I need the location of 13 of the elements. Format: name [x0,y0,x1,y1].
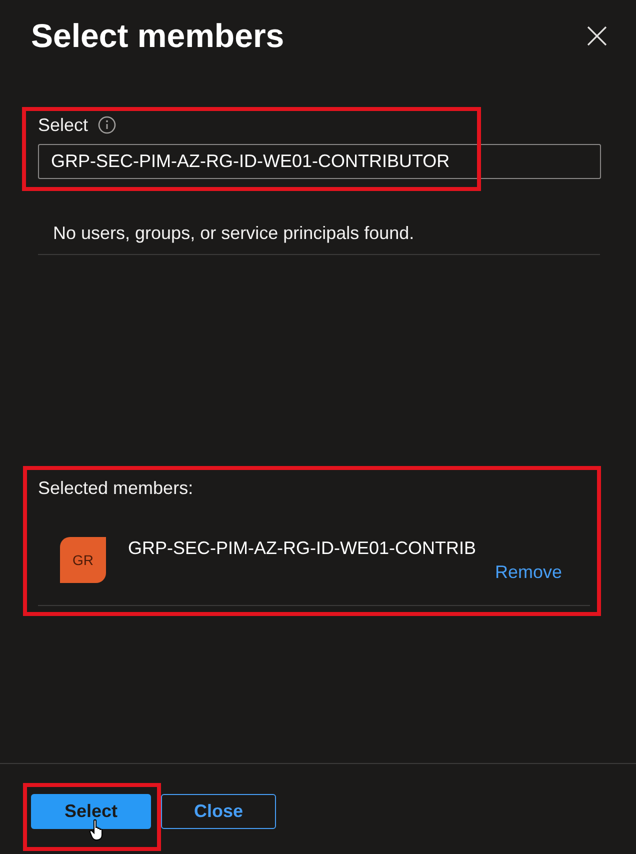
close-button[interactable] [586,25,608,47]
field-label: Select [38,115,88,135]
panel-title: Select members [31,16,284,56]
close-icon [587,26,607,46]
empty-results-message: No users, groups, or service principals found. [53,222,416,244]
info-icon[interactable] [98,116,116,134]
remove-link[interactable]: Remove [494,561,562,583]
member-name: GRP-SEC-PIM-AZ-RG-ID-WE01-CONTRIB [128,537,477,559]
section-heading: Selected members: [38,477,194,499]
group-avatar: GR [60,537,106,583]
select-button[interactable]: Select [31,794,151,829]
close-button[interactable]: Close [161,794,276,829]
search-field[interactable]: GRP-SEC-PIM-AZ-RG-ID-WE01-CONTRIBUTOR [38,144,601,179]
